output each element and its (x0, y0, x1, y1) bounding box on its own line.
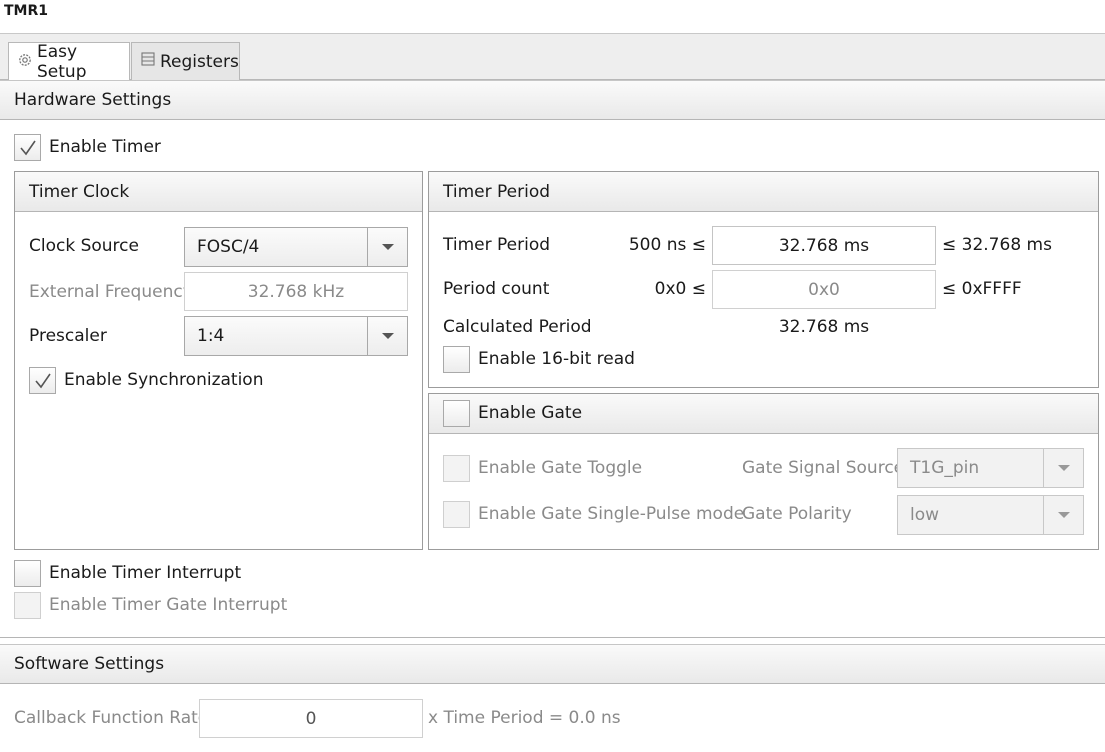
chevron-down-icon[interactable] (1043, 496, 1083, 534)
window-title: TMR1 (4, 3, 49, 19)
enable-16bit-checkbox[interactable] (443, 346, 470, 373)
timer-period-min: 500 ns ≤ (628, 235, 706, 255)
gate-single-pulse-checkbox[interactable] (443, 501, 470, 528)
gate-single-pulse-label: Enable Gate Single-Pulse mode (478, 504, 745, 524)
enable-gate-checkbox[interactable] (443, 400, 470, 427)
enable-16bit-label: Enable 16-bit read (478, 349, 635, 369)
callback-rate-suffix: x Time Period = 0.0 ns (428, 708, 621, 728)
enable-sync-checkbox[interactable] (29, 367, 56, 394)
section-title: Software Settings (14, 654, 165, 674)
callback-rate-input[interactable]: 0 (199, 699, 423, 738)
tab-label: Easy Setup (37, 42, 87, 82)
timer-period-label: Timer Period (443, 235, 551, 255)
enable-gate-label: Enable Gate (478, 403, 583, 423)
enable-gate-interrupt-checkbox[interactable] (14, 592, 41, 619)
prescaler-select[interactable]: 1:4 (184, 316, 408, 356)
gear-icon (17, 52, 37, 73)
panel-title: Timer Period (443, 181, 551, 202)
calculated-period-label: Calculated Period (443, 317, 592, 337)
calculated-period-value: 32.768 ms (778, 317, 870, 337)
section-divider (0, 637, 1105, 638)
chevron-down-icon[interactable] (367, 228, 407, 266)
prescaler-value: 1:4 (197, 326, 225, 346)
gate-signal-source-value: T1G_pin (910, 458, 980, 478)
timer-period-header: Timer Period (429, 172, 1098, 212)
checkmark-icon (34, 373, 51, 388)
gate-signal-source-select[interactable]: T1G_pin (897, 448, 1084, 488)
period-count-max: ≤ 0xFFFF (942, 279, 1022, 299)
tab-label: Registers (160, 51, 239, 72)
tab-easy-setup[interactable]: Easy Setup (8, 42, 130, 82)
clock-source-select[interactable]: FOSC/4 (184, 227, 408, 267)
callback-rate-label: Callback Function Rate (14, 708, 209, 728)
chevron-down-icon[interactable] (367, 317, 407, 355)
gate-toggle-label: Enable Gate Toggle (478, 458, 643, 478)
timer-period-max: ≤ 32.768 ms (942, 235, 1052, 255)
tab-registers[interactable]: Registers (131, 42, 240, 80)
timer-period-input[interactable]: 32.768 ms (712, 226, 936, 265)
period-count-min: 0x0 ≤ (654, 279, 706, 299)
enable-sync-label: Enable Synchronization (64, 370, 264, 390)
prescaler-label: Prescaler (29, 326, 107, 346)
external-frequency-field: 32.768 kHz (184, 272, 408, 311)
external-frequency-label: External Frequency (29, 282, 193, 302)
chevron-down-icon[interactable] (1043, 449, 1083, 487)
hardware-settings-header[interactable]: Hardware Settings (0, 80, 1105, 120)
period-count-input[interactable]: 0x0 (712, 270, 936, 309)
gate-polarity-label: Gate Polarity (742, 504, 852, 524)
clock-source-label: Clock Source (29, 236, 139, 256)
checkmark-icon (19, 140, 36, 155)
enable-timer-checkbox[interactable] (14, 134, 41, 161)
enable-timer-label: Enable Timer (49, 137, 161, 157)
clock-source-value: FOSC/4 (197, 237, 260, 257)
gate-toggle-checkbox[interactable] (443, 455, 470, 482)
panel-title: Timer Clock (29, 181, 130, 202)
period-count-label: Period count (443, 279, 550, 299)
list-icon (140, 51, 160, 72)
enable-gate-interrupt-label: Enable Timer Gate Interrupt (49, 595, 288, 615)
enable-timer-interrupt-checkbox[interactable] (14, 560, 41, 587)
gate-polarity-value: low (910, 505, 940, 525)
timer-clock-header: Timer Clock (15, 172, 422, 212)
gate-signal-source-label: Gate Signal Source (742, 458, 905, 478)
gate-polarity-select[interactable]: low (897, 495, 1084, 535)
software-settings-header[interactable]: Software Settings (0, 644, 1105, 684)
section-title: Hardware Settings (14, 90, 172, 110)
enable-timer-interrupt-label: Enable Timer Interrupt (49, 563, 242, 583)
